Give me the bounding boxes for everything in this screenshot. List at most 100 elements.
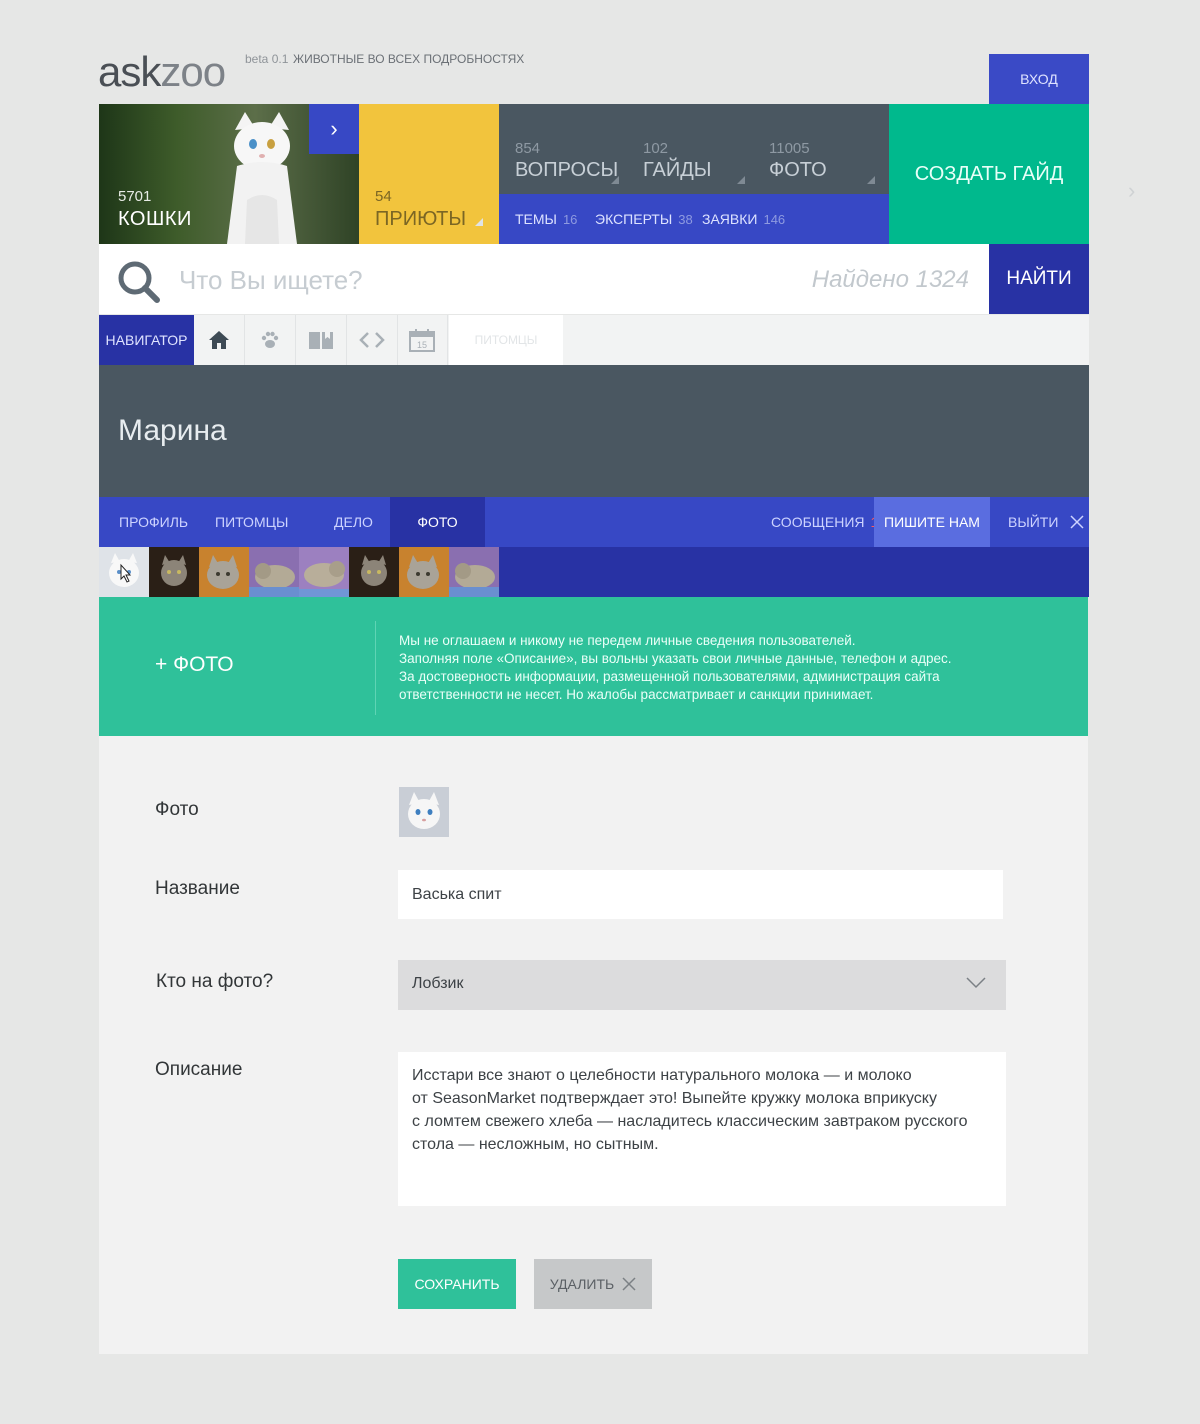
tab-messages[interactable]: СООБЩЕНИЯ1 [771, 497, 878, 547]
calendar-icon: 15 [409, 329, 435, 352]
tile-shelters[interactable]: 54 ПРИЮТЫ [359, 104, 499, 244]
stat-photos-label: ФОТО [769, 159, 827, 181]
logo-ask: ask [98, 48, 161, 95]
description-line: с ломтем свежего хлеба — насладитесь кла… [412, 1113, 968, 1130]
title-input[interactable] [398, 870, 1003, 919]
stat-questions-label: ВОПРОСЫ [515, 159, 619, 181]
experts-count: 38 [678, 212, 693, 227]
search-icon [118, 261, 160, 303]
who-select-value: Лобзик [412, 975, 464, 992]
nav-pets[interactable] [245, 315, 296, 365]
topics-label: ТЕМЫ [515, 211, 557, 227]
navigator-label[interactable]: НАВИГАТОР [99, 315, 194, 365]
photo-strip [99, 547, 1089, 597]
sub-link-requests[interactable]: ЗАЯВКИ 146 [702, 211, 785, 227]
shelters-label: ПРИЮТЫ [375, 208, 467, 230]
divider [375, 621, 376, 715]
cats-label: КОШКИ [118, 208, 192, 230]
photo-thumbnail[interactable] [349, 547, 399, 597]
create-guide-button[interactable]: СОЗДАТЬ ГАЙД [889, 104, 1089, 244]
login-button[interactable]: ВХОД [989, 54, 1089, 104]
tab-photo[interactable]: ФОТО [390, 497, 485, 547]
stat-questions[interactable]: 854 ВОПРОСЫ [515, 140, 618, 182]
who-select[interactable]: Лобзик [398, 960, 1006, 1010]
corner-icon [611, 176, 619, 184]
cats-count: 5701 [118, 188, 152, 205]
profile-tabs: ПРОФИЛЬ ПИТОМЦЫ ДЕЛО ФОТО СООБЩЕНИЯ1 ПИШ… [99, 497, 1089, 547]
stat-guides-count: 102 [643, 140, 669, 157]
photo-thumbnail[interactable] [399, 547, 449, 597]
nav-pets-tab[interactable]: ПИТОМЦЫ [449, 315, 563, 365]
cats-next-button[interactable]: › [309, 104, 359, 154]
photo-thumbnail[interactable] [299, 547, 349, 597]
notice-line: ответственности не несет. Но жалобы расс… [399, 687, 874, 702]
stat-guides[interactable]: 102 ГАЙДЫ [643, 140, 711, 182]
corner-icon [867, 176, 875, 184]
description-line: от SeasonMarket подтверждает это! Выпейт… [412, 1090, 937, 1107]
topics-count: 16 [562, 212, 578, 227]
info-banner: + ФОТО Мы не оглашаем и никому не переде… [99, 597, 1088, 736]
delete-label: УДАЛИТЬ [549, 1276, 615, 1292]
notice-line: Мы не оглашаем и никому не передем личны… [399, 633, 856, 648]
book-icon [309, 332, 333, 349]
search-bar: Найдено 1324 [99, 244, 989, 314]
messages-label: СООБЩЕНИЯ [771, 514, 865, 530]
home-icon [209, 331, 229, 349]
description-label: Описание [155, 1059, 243, 1080]
save-button[interactable]: СОХРАНИТЬ [398, 1259, 516, 1309]
logout-button[interactable]: ВЫЙТИ [1008, 497, 1084, 547]
code-icon [359, 332, 385, 348]
nav-home[interactable] [194, 315, 245, 365]
photo-thumbnail[interactable] [149, 547, 199, 597]
chevron-down-icon [966, 977, 986, 989]
photo-thumbnail[interactable] [249, 547, 299, 597]
tab-profile[interactable]: ПРОФИЛЬ [119, 497, 188, 547]
notice-line: За достоверность информации, размещенной… [399, 669, 940, 684]
stat-photos[interactable]: 11005 ФОТО [769, 140, 827, 182]
calendar-day: 15 [417, 340, 427, 350]
nav-guides[interactable] [296, 315, 347, 365]
requests-label: ЗАЯВКИ [702, 211, 758, 227]
paw-icon [261, 331, 279, 348]
stat-guides-label: ГАЙДЫ [643, 159, 712, 181]
stat-questions-count: 854 [515, 140, 541, 157]
sub-link-topics[interactable]: ТЕМЫ 16 [515, 211, 577, 227]
chevron-right-icon: › [330, 116, 338, 141]
corner-icon [737, 176, 745, 184]
white-cat-image [227, 112, 297, 244]
add-photo-button[interactable]: + ФОТО [155, 653, 234, 677]
delete-button[interactable]: УДАЛИТЬ [534, 1259, 652, 1309]
tab-case[interactable]: ДЕЛО [334, 497, 373, 547]
privacy-notice: Мы не оглашаем и никому не передем личны… [399, 632, 999, 704]
photo-label: Фото [155, 799, 199, 820]
who-label: Кто на фото? [156, 971, 274, 992]
nav-code[interactable] [347, 315, 398, 365]
photo-thumbnail[interactable] [449, 547, 499, 597]
search-input[interactable] [177, 258, 781, 302]
description-line: стола — несложным, но сытным. [412, 1136, 659, 1153]
find-button[interactable]: НАЙТИ [989, 244, 1089, 314]
nav-calendar[interactable]: 15 [397, 315, 448, 365]
logout-label: ВЫЙТИ [1008, 514, 1059, 530]
tagline: ЖИВОТНЫЕ ВО ВСЕХ ПОДРОБНОСТЯХ [293, 52, 525, 66]
profile-header [99, 365, 1089, 497]
tile-stats: 854 ВОПРОСЫ 102 ГАЙДЫ 11005 ФОТО [499, 104, 889, 194]
photo-thumbnail[interactable] [199, 547, 249, 597]
photo-edit-form: Фото Название Кто на фото? Лобзик Описан… [99, 736, 1088, 1354]
tab-pets[interactable]: ПИТОМЦЫ [215, 497, 288, 547]
shelters-count: 54 [375, 188, 392, 205]
write-us-button[interactable]: ПИШИТЕ НАМ [874, 497, 990, 547]
photo-thumbnail[interactable] [99, 547, 149, 597]
logo[interactable]: askzoo [98, 48, 226, 96]
description-textarea[interactable]: Исстари все знают о целебности натуральн… [398, 1052, 1006, 1206]
profile-name: Марина [118, 414, 227, 447]
close-icon [622, 1277, 636, 1291]
beta-label: beta 0.1 [245, 52, 289, 66]
next-arrow-icon[interactable]: › [1128, 178, 1135, 204]
experts-label: ЭКСПЕРТЫ [595, 211, 673, 227]
sub-link-experts[interactable]: ЭКСПЕРТЫ 38 [595, 211, 693, 227]
photo-preview [399, 787, 449, 837]
corner-icon [475, 218, 483, 226]
tile-sub-links: ТЕМЫ 16 ЭКСПЕРТЫ 38 ЗАЯВКИ 146 [499, 194, 889, 244]
description-line: Исстари все знают о целебности натуральн… [412, 1067, 912, 1084]
